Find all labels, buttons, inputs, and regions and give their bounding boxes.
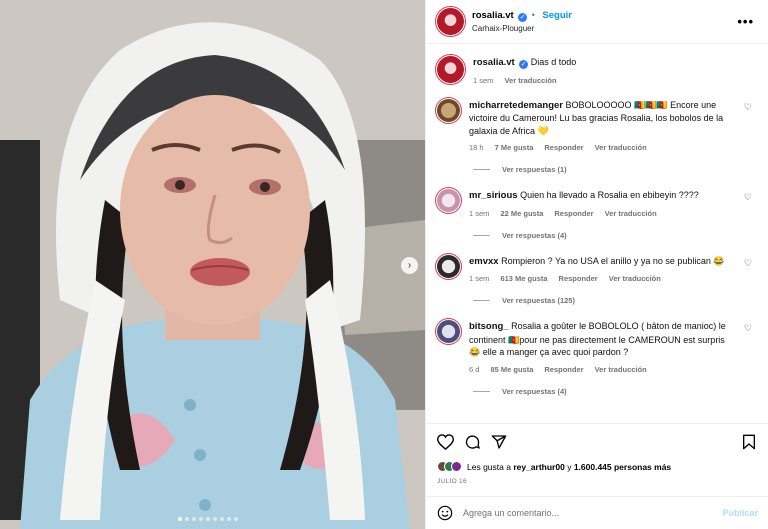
- publish-button[interactable]: Publicar: [722, 508, 758, 518]
- comment-text: Quien ha llevado a Rosalia en ebibeyin ?…: [520, 190, 699, 200]
- carousel-dot: [234, 517, 238, 521]
- comment-like-heart-icon[interactable]: ♡: [744, 323, 752, 334]
- caption: rosalia.vt ✓ Dias d todo 1 sem Ver tradu…: [435, 54, 758, 85]
- translate-link[interactable]: Ver traducción: [595, 365, 647, 374]
- comment-icon[interactable]: [464, 434, 481, 450]
- carousel-next-button[interactable]: ›: [401, 257, 418, 274]
- carousel-dot: [213, 517, 217, 521]
- comment-text: Rompieron ? Ya no USA el anillo y ya no …: [501, 255, 725, 266]
- author-avatar[interactable]: [435, 6, 466, 37]
- carousel-dot: [220, 517, 224, 521]
- view-replies-label: Ver respuestas (4): [502, 386, 567, 396]
- view-replies-label: Ver respuestas (125): [502, 296, 575, 305]
- comment-time[interactable]: 1 sem: [469, 209, 489, 218]
- post-photo[interactable]: ›: [0, 0, 425, 529]
- liker-avatar[interactable]: [451, 461, 462, 472]
- comment-username[interactable]: bitsong_: [469, 321, 509, 332]
- comment-likes[interactable]: 85 Me gusta: [490, 365, 533, 374]
- post-actions-bar: [426, 423, 768, 463]
- comment-likes[interactable]: 22 Me gusta: [500, 209, 543, 218]
- comment-time[interactable]: 1 sem: [469, 274, 489, 283]
- likes-middle: y: [564, 461, 574, 472]
- translate-link[interactable]: Ver traducción: [605, 209, 657, 218]
- comment-input[interactable]: [463, 508, 723, 518]
- comment-item: micharretedemanger BOBOLOOOOO 🇨🇲🇨🇲🇨🇲 Enc…: [435, 96, 758, 152]
- comment-likes[interactable]: 7 Me gusta: [495, 143, 534, 152]
- carousel-dot: [178, 517, 182, 521]
- commenter-avatar[interactable]: [435, 318, 462, 345]
- comment-item: mr_sirious Quien ha llevado a Rosalia en…: [435, 187, 758, 218]
- follow-button[interactable]: Seguir: [542, 10, 572, 21]
- view-replies-button[interactable]: Ver respuestas (125): [473, 296, 758, 305]
- comment-time[interactable]: 18 h: [469, 143, 484, 152]
- instagram-post: › rosalia.vt ✓ • Seguir Carhaix-Plouguer…: [0, 0, 768, 529]
- carousel-dot: [192, 517, 196, 521]
- comment-like-heart-icon[interactable]: ♡: [744, 192, 752, 203]
- view-replies-button[interactable]: Ver respuestas (4): [473, 231, 758, 240]
- comment-username[interactable]: mr_sirious: [469, 190, 518, 201]
- translate-link[interactable]: Ver traducción: [595, 143, 647, 152]
- view-replies-button[interactable]: Ver respuestas (4): [473, 387, 758, 396]
- likes-user-link[interactable]: rey_arthur00: [513, 462, 565, 472]
- comments-list[interactable]: rosalia.vt ✓ Dias d todo 1 sem Ver tradu…: [426, 45, 768, 423]
- verified-badge-icon: ✓: [519, 60, 529, 69]
- caption-text: Dias d todo: [530, 57, 577, 67]
- view-replies-label: Ver respuestas (4): [502, 230, 567, 240]
- emoji-icon[interactable]: [437, 505, 453, 521]
- reply-button[interactable]: Responder: [554, 209, 593, 218]
- comment-item: emvxx Rompieron ? Ya no USA el anillo y …: [435, 252, 758, 283]
- more-options-icon[interactable]: •••: [737, 14, 754, 29]
- comment-likes[interactable]: 613 Me gusta: [500, 274, 547, 283]
- carousel-dot: [185, 517, 189, 521]
- comment-username[interactable]: micharretedemanger: [469, 100, 563, 111]
- comment-username[interactable]: emvxx: [469, 256, 499, 267]
- author-username[interactable]: rosalia.vt: [472, 10, 514, 21]
- caption-time[interactable]: 1 sem: [473, 76, 493, 85]
- comment-item: bitsong_ Rosalia a goûter le BOBOLOLO ( …: [435, 318, 758, 374]
- carousel-dot: [227, 517, 231, 521]
- share-icon[interactable]: [491, 434, 507, 450]
- likes-prefix: Les gusta a: [467, 461, 514, 472]
- comment-like-heart-icon[interactable]: ♡: [744, 102, 752, 113]
- translate-link[interactable]: Ver traducción: [504, 76, 556, 85]
- post-image: [0, 0, 425, 529]
- commenter-avatar[interactable]: [435, 252, 462, 280]
- post-location[interactable]: Carhaix-Plouguer: [472, 24, 572, 33]
- add-comment-bar: Publicar: [426, 496, 768, 529]
- caption-username[interactable]: rosalia.vt: [473, 57, 515, 68]
- likes-count-link[interactable]: 1.600.445 personas más: [574, 462, 671, 472]
- translate-link[interactable]: Ver traducción: [609, 274, 661, 283]
- reply-button[interactable]: Responder: [559, 274, 598, 283]
- likes-summary: Les gusta a rey_arthur00 y 1.600.445 per…: [437, 461, 671, 472]
- commenter-avatar[interactable]: [435, 187, 462, 214]
- reply-button[interactable]: Responder: [544, 365, 583, 374]
- view-replies-button[interactable]: Ver respuestas (1): [473, 165, 758, 174]
- comment-like-heart-icon[interactable]: ♡: [744, 258, 752, 269]
- author-avatar[interactable]: [435, 54, 466, 85]
- verified-badge-icon: ✓: [518, 13, 528, 22]
- carousel-dot: [199, 517, 203, 521]
- reply-button[interactable]: Responder: [544, 143, 583, 152]
- carousel-dot: [206, 517, 210, 521]
- like-heart-icon[interactable]: [437, 434, 454, 450]
- view-replies-label: Ver respuestas (1): [502, 165, 567, 174]
- post-header: rosalia.vt ✓ • Seguir Carhaix-Plouguer •…: [426, 0, 768, 44]
- commenter-avatar[interactable]: [435, 96, 462, 124]
- post-side-panel: rosalia.vt ✓ • Seguir Carhaix-Plouguer •…: [425, 0, 768, 529]
- comment-time[interactable]: 6 d: [469, 365, 479, 374]
- carousel-indicator: [178, 517, 238, 521]
- post-date[interactable]: JULIO 16: [437, 478, 467, 485]
- save-bookmark-icon[interactable]: [742, 434, 756, 450]
